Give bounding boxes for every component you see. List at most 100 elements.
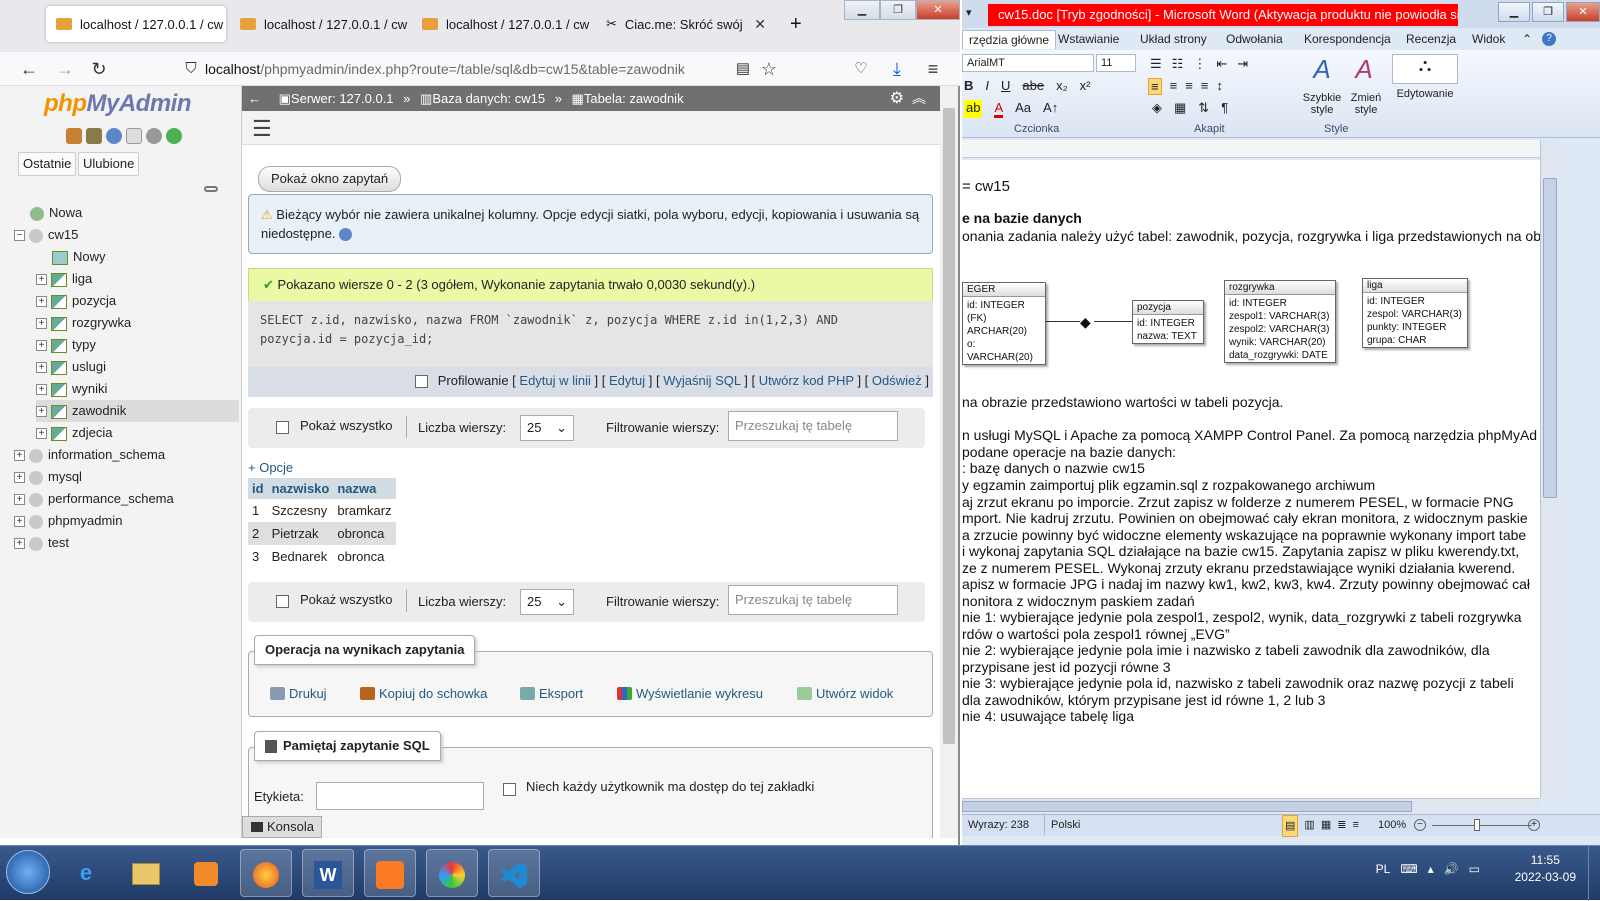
tab-home[interactable]: rzędzia główne	[962, 30, 1057, 49]
decrease-indent-icon[interactable]: ⇤	[1216, 56, 1227, 72]
highlight-icon[interactable]: ab	[964, 100, 983, 118]
sql-query-display[interactable]: SELECT z.id, nazwisko, nazwa FROM `zawod…	[248, 301, 933, 369]
volume-icon[interactable]: 🔊	[1444, 862, 1459, 876]
tree-item-cw15[interactable]: − cw15	[14, 224, 78, 246]
borders-icon[interactable]: ▦	[1174, 100, 1186, 116]
start-button[interactable]	[6, 850, 50, 894]
bookmark-label-input[interactable]	[316, 782, 484, 810]
show-all-checkbox[interactable]	[276, 595, 289, 608]
back-button[interactable]: ←	[18, 58, 40, 80]
align-right-icon[interactable]: ≡	[1185, 78, 1193, 95]
tree-item-test[interactable]: + test	[14, 532, 69, 554]
filter-rows-input[interactable]: Przeszukaj tę tabelę	[728, 411, 898, 441]
tree-item-rozgrywka[interactable]: + rozgrywka	[36, 312, 131, 334]
show-desktop-button[interactable]	[1588, 846, 1600, 901]
quick-styles-icon[interactable]: A	[1302, 54, 1342, 85]
tree-item-zdjecia[interactable]: + zdjecia	[36, 422, 112, 444]
docs-icon[interactable]	[126, 128, 142, 144]
gear-icon[interactable]	[146, 128, 162, 144]
help-icon[interactable]: ?	[1542, 32, 1556, 46]
font-size-select[interactable]: 11	[1096, 54, 1136, 72]
grow-font-icon[interactable]: A↑	[1043, 100, 1058, 118]
word-maximize-button[interactable]: ❐	[1532, 2, 1564, 22]
reader-view-icon[interactable]: ▤	[732, 58, 754, 80]
superscript-icon[interactable]: x²	[1080, 78, 1091, 93]
home-icon[interactable]	[66, 128, 82, 144]
new-tab-button[interactable]: +	[780, 6, 814, 42]
network-icon[interactable]: ▭	[1469, 862, 1480, 876]
multilevel-icon[interactable]: ⋮	[1193, 56, 1206, 72]
taskbar-paint-icon[interactable]	[426, 849, 478, 897]
tree-item-new-table[interactable]: Nowy	[36, 246, 106, 268]
outline-icon[interactable]: ≣	[1337, 815, 1346, 837]
keyboard-icon[interactable]: ⌨	[1400, 862, 1417, 876]
create-view-button[interactable]: Utwórz widok	[797, 686, 893, 701]
strikethrough-icon[interactable]: abe	[1022, 78, 1044, 93]
align-left-icon[interactable]: ≡	[1148, 78, 1162, 95]
recent-button[interactable]: Ostatnie	[18, 152, 77, 176]
editing-button[interactable]: Edytowanie	[1392, 88, 1458, 100]
word-minimize-button[interactable]: ▁	[1498, 2, 1530, 22]
zoom-out-icon[interactable]: −	[1414, 819, 1426, 831]
tree-item-liga[interactable]: + liga	[36, 268, 92, 290]
expand-icon[interactable]: +	[36, 318, 47, 330]
display-chart-button[interactable]: Wyświetlanie wykresu	[617, 686, 763, 701]
zoom-slider[interactable]	[1432, 825, 1532, 826]
browser-tab-1[interactable]: localhost / 127.0.0.1 / cw✕	[46, 6, 226, 42]
vertical-scrollbar[interactable]	[940, 86, 958, 838]
expand-icon[interactable]: +	[36, 362, 47, 374]
collapse-top-icon[interactable]: ︽	[912, 86, 926, 111]
bullets-icon[interactable]: ☰	[1150, 56, 1162, 72]
scrollbar-thumb[interactable]	[1543, 178, 1557, 498]
expand-icon[interactable]: +	[36, 274, 47, 286]
rows-per-page-select[interactable]: 25 ⌄	[520, 415, 574, 441]
explain-sql-link[interactable]: Wyjaśnij SQL	[663, 373, 740, 388]
taskbar-explorer-icon[interactable]	[120, 849, 172, 897]
browser-tab-2[interactable]: localhost / 127.0.0.1 / cw✕	[230, 6, 410, 42]
collapse-icon[interactable]: −	[14, 230, 25, 242]
hamburger-menu-icon[interactable]: ☰	[252, 116, 284, 142]
increase-indent-icon[interactable]: ⇥	[1237, 56, 1248, 72]
shield-icon[interactable]: ⛉	[180, 58, 202, 80]
binoculars-icon[interactable]: ⛬	[1392, 54, 1458, 84]
justify-icon[interactable]: ≡	[1201, 78, 1209, 95]
tree-item-zawodnik[interactable]: + zawodnik	[36, 400, 239, 422]
refresh-icon[interactable]	[166, 128, 182, 144]
bold-icon[interactable]: B	[964, 78, 973, 93]
align-center-icon[interactable]: ≡	[1170, 78, 1178, 95]
tree-item-performance-schema[interactable]: + performance_schema	[14, 488, 174, 510]
expand-icon[interactable]: +	[14, 472, 25, 484]
taskbar-xampp-icon[interactable]	[364, 849, 416, 897]
shading-icon[interactable]: ◈	[1152, 100, 1162, 116]
tab-view[interactable]: Widok	[1472, 32, 1505, 46]
underline-icon[interactable]: U	[1001, 78, 1010, 93]
full-screen-icon[interactable]: ▥	[1304, 815, 1314, 837]
print-button[interactable]: Drukuj	[270, 686, 327, 701]
word-count[interactable]: Wyrazy: 238	[968, 815, 1029, 835]
italic-icon[interactable]: I	[985, 78, 989, 93]
subscript-icon[interactable]: x₂	[1056, 78, 1068, 93]
reload-button[interactable]: ↻	[88, 58, 110, 80]
language-indicator[interactable]: PL	[1376, 862, 1391, 876]
help-icon[interactable]	[339, 228, 353, 242]
tree-item-uslugi[interactable]: + uslugi	[36, 356, 106, 378]
draft-icon[interactable]: ≡	[1352, 815, 1358, 837]
edit-link[interactable]: Edytuj	[609, 373, 645, 388]
expand-icon[interactable]: +	[36, 296, 47, 308]
breadcrumb-server[interactable]: Serwer: 127.0.0.1	[291, 91, 394, 106]
line-spacing-icon[interactable]: ↕	[1216, 78, 1223, 95]
breadcrumb-db[interactable]: Baza danych: cw15	[432, 91, 545, 106]
rows-per-page-select[interactable]: 25 ⌄	[520, 589, 574, 615]
options-link[interactable]: + Opcje	[248, 460, 293, 475]
quick-styles-button[interactable]: Szybkie style	[1298, 92, 1346, 116]
scrollbar-thumb[interactable]	[943, 108, 955, 744]
word-horizontal-scrollbar[interactable]	[962, 798, 1540, 814]
create-php-code-link[interactable]: Utwórz kod PHP	[759, 373, 854, 388]
console-tab[interactable]: Konsola	[242, 816, 322, 838]
zoom-level[interactable]: 100%	[1378, 815, 1406, 835]
profiling-checkbox[interactable]	[415, 375, 429, 389]
tab-insert[interactable]: Wstawianie	[1058, 32, 1119, 46]
taskbar-vscode-icon[interactable]	[488, 849, 540, 897]
close-tab-icon[interactable]: ✕	[754, 16, 766, 33]
tree-item-information-schema[interactable]: + information_schema	[14, 444, 165, 466]
